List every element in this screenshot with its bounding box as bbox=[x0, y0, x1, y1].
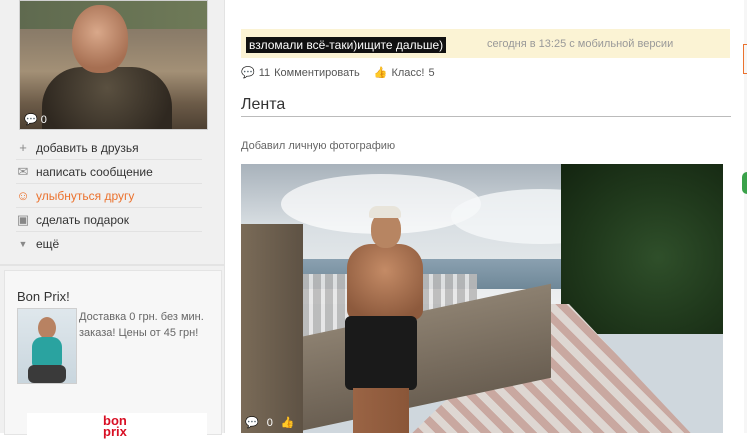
comments-count: 11 bbox=[258, 66, 271, 79]
status-actions: 💬 11 Комментировать 👍 Класс! 5 bbox=[241, 66, 435, 80]
status-text[interactable]: взломали всё-таки)ищите дальше) bbox=[246, 37, 447, 53]
ad-model-head bbox=[38, 317, 56, 339]
right-column-widget[interactable] bbox=[743, 44, 747, 74]
class-label: Класс! bbox=[391, 66, 425, 79]
ad-text[interactable]: Доставка 0 грн. без мин. заказа! Цены от… bbox=[79, 309, 213, 341]
ad-logo-line2: prix bbox=[103, 424, 127, 439]
divider bbox=[0, 264, 224, 266]
status-bar: взломали всё-таки)ищите дальше) сегодня … bbox=[241, 29, 730, 58]
ad-image[interactable] bbox=[17, 308, 77, 384]
make-gift-link[interactable]: ▣ сделать подарок bbox=[16, 208, 202, 232]
comment-action[interactable]: 💬 11 Комментировать bbox=[241, 66, 360, 80]
photo-pillar bbox=[241, 224, 303, 433]
plus-icon: + bbox=[19, 140, 27, 155]
ad-block[interactable]: Bon Prix! Доставка 0 грн. без мин. заказ… bbox=[4, 270, 222, 439]
class-count: 5 bbox=[428, 66, 435, 79]
smile-friend-link[interactable]: ☺ улыбнуться другу bbox=[16, 184, 202, 208]
gift-icon: ▣ bbox=[16, 211, 30, 227]
left-column: 💬 0 + добавить в друзья ✉ написать сообщ… bbox=[0, 0, 225, 439]
photo-trees bbox=[561, 164, 723, 334]
feed-item-caption: Добавил личную фотографию bbox=[241, 140, 396, 152]
ad-logo-area[interactable]: bon prix bbox=[27, 413, 207, 439]
envelope-icon: ✉ bbox=[17, 163, 29, 179]
feed-photo-badge[interactable]: 💬 0 👍 bbox=[245, 416, 295, 430]
ad-model-legs bbox=[28, 365, 66, 383]
photo-man-shorts bbox=[345, 316, 417, 390]
photo-comments-badge[interactable]: 💬 0 bbox=[24, 113, 47, 127]
ad-model-body bbox=[32, 337, 62, 367]
more-label: ещё bbox=[36, 236, 60, 251]
class-action[interactable]: 👍 Класс! 5 bbox=[373, 66, 435, 80]
add-friend-link[interactable]: + добавить в друзья bbox=[16, 136, 202, 160]
feed-photo[interactable]: 💬 0 👍 bbox=[241, 164, 723, 433]
comment-icon: 💬 bbox=[24, 114, 38, 126]
profile-photo[interactable]: 💬 0 bbox=[19, 0, 208, 130]
write-message-link[interactable]: ✉ написать сообщение bbox=[16, 160, 202, 184]
thumbs-up-icon: 👍 bbox=[373, 67, 388, 79]
triangle-down-icon: ▼ bbox=[18, 238, 28, 249]
comment-icon: 💬 bbox=[245, 417, 259, 429]
ad-logo: bon prix bbox=[103, 414, 127, 439]
feed-title: Лента bbox=[241, 96, 286, 113]
photo-comments-count: 0 bbox=[40, 113, 47, 126]
feed-divider bbox=[241, 116, 731, 117]
ad-title[interactable]: Bon Prix! bbox=[17, 289, 70, 304]
profile-menu: + добавить в друзья ✉ написать сообщение… bbox=[16, 136, 202, 255]
photo-man-legs bbox=[353, 388, 409, 433]
photo-man-torso bbox=[347, 244, 423, 320]
add-friend-label: добавить в друзья bbox=[36, 140, 139, 155]
photo-man-cap bbox=[369, 206, 401, 218]
feed-photo-comments-count: 0 bbox=[266, 416, 273, 429]
photo-figure-body bbox=[42, 67, 172, 129]
right-column-status-indicator bbox=[742, 172, 747, 194]
comment-icon: 💬 bbox=[241, 67, 255, 79]
more-link[interactable]: ▼ ещё bbox=[16, 232, 202, 255]
comment-label: Комментировать bbox=[274, 66, 360, 79]
status-meta: сегодня в 13:25 с мобильной версии bbox=[487, 38, 674, 50]
smile-icon: ☺ bbox=[16, 188, 30, 203]
thumbs-up-icon: 👍 bbox=[280, 417, 295, 429]
photo-figure-head bbox=[72, 5, 128, 73]
write-message-label: написать сообщение bbox=[36, 164, 153, 179]
smile-friend-label: улыбнуться другу bbox=[36, 188, 135, 203]
make-gift-label: сделать подарок bbox=[36, 212, 129, 227]
